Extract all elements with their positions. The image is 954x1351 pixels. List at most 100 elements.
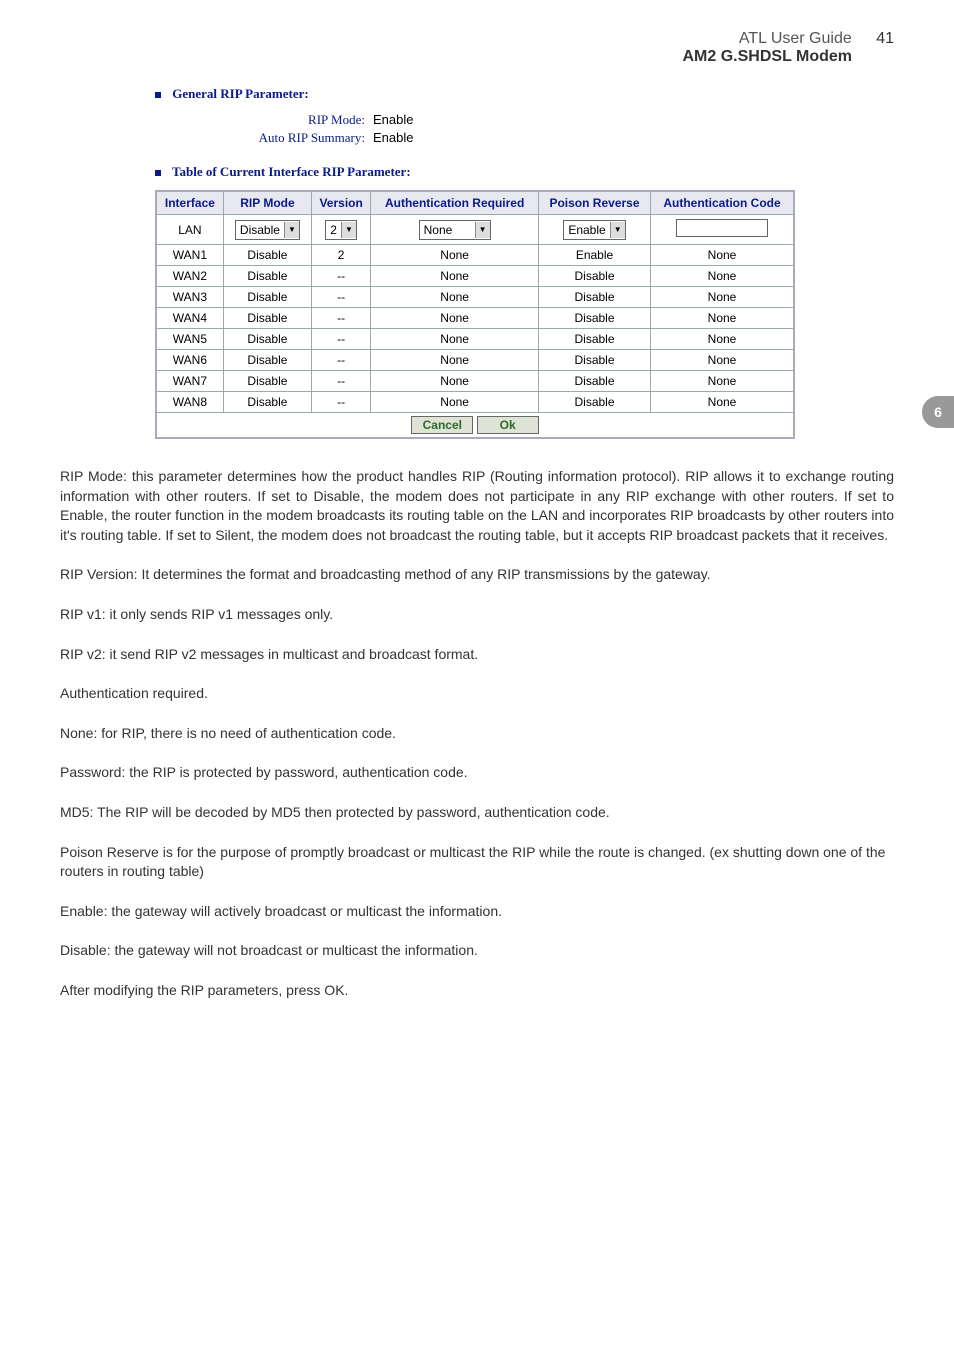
cell-auth_code: None	[651, 308, 795, 329]
auth-code-input[interactable]	[676, 219, 768, 237]
bullet-icon	[155, 170, 161, 176]
paragraph: RIP Mode: this parameter determines how …	[60, 467, 894, 545]
cell-interface: WAN7	[156, 371, 223, 392]
cell-version: --	[312, 329, 371, 350]
cell-auth_req: None	[371, 245, 539, 266]
chevron-down-icon: ▼	[341, 222, 356, 238]
bullet-icon	[155, 92, 161, 98]
th-interface: Interface	[156, 191, 223, 215]
table-row: WAN1Disable2NoneEnableNone	[156, 245, 794, 266]
cell-rip_mode: Disable	[223, 371, 311, 392]
paragraph: RIP v1: it only sends RIP v1 messages on…	[60, 605, 894, 625]
table-row: WAN3Disable--NoneDisableNone	[156, 287, 794, 308]
cell-auth_code: None	[651, 245, 795, 266]
paragraph: Enable: the gateway will actively broadc…	[60, 902, 894, 922]
th-version: Version	[312, 191, 371, 215]
paragraph: Disable: the gateway will not broadcast …	[60, 941, 894, 961]
cell-auth_code: None	[651, 266, 795, 287]
ok-button[interactable]: Ok	[477, 416, 539, 434]
cell-interface: WAN8	[156, 392, 223, 413]
auto-rip-summary-value: Enable	[373, 130, 413, 146]
cell-auth_code: None	[651, 350, 795, 371]
rip-mode-label: RIP Mode:	[155, 112, 373, 128]
cell-auth_req: None	[371, 266, 539, 287]
chevron-down-icon: ▼	[610, 222, 625, 238]
cell-version: 2	[312, 245, 371, 266]
cell-interface: WAN2	[156, 266, 223, 287]
section-title: General RIP Parameter:	[172, 86, 308, 101]
table-row: WAN7Disable--NoneDisableNone	[156, 371, 794, 392]
th-rip-mode: RIP Mode	[223, 191, 311, 215]
cell-interface: WAN5	[156, 329, 223, 350]
cell-poison: Disable	[539, 350, 651, 371]
cell-auth_req: None	[371, 308, 539, 329]
rip-mode-select[interactable]: Disable ▼	[235, 220, 300, 240]
body-text: RIP Mode: this parameter determines how …	[60, 467, 894, 1001]
th-poison: Poison Reverse	[539, 191, 651, 215]
cell-version: --	[312, 266, 371, 287]
table-row: WAN2Disable--NoneDisableNone	[156, 266, 794, 287]
cell-poison: Disable	[539, 287, 651, 308]
auth-req-select[interactable]: None ▼	[419, 220, 491, 240]
cell-version: --	[312, 350, 371, 371]
cell-rip_mode: Disable	[223, 329, 311, 350]
table-row: WAN4Disable--NoneDisableNone	[156, 308, 794, 329]
cell-version: --	[312, 371, 371, 392]
table-row: WAN8Disable--NoneDisableNone	[156, 392, 794, 413]
cancel-button[interactable]: Cancel	[411, 416, 473, 434]
th-auth-req: Authentication Required	[371, 191, 539, 215]
section-table-rip: Table of Current Interface RIP Parameter…	[155, 164, 795, 180]
page-number: 41	[876, 30, 894, 47]
version-select[interactable]: 2 ▼	[325, 220, 357, 240]
cell-auth_code: None	[651, 371, 795, 392]
chevron-down-icon: ▼	[475, 222, 490, 238]
cell-interface: LAN	[156, 215, 223, 245]
cell-interface: WAN6	[156, 350, 223, 371]
chapter-tab: 6	[922, 396, 954, 428]
cell-auth_req: None	[371, 287, 539, 308]
cell-rip_mode: Disable	[223, 245, 311, 266]
rip-table: Interface RIP Mode Version Authenticatio…	[155, 190, 795, 439]
cell-version: --	[312, 308, 371, 329]
table-row: WAN5Disable--NoneDisableNone	[156, 329, 794, 350]
guide-title: ATL User Guide	[739, 30, 852, 47]
section-general-rip: General RIP Parameter:	[155, 86, 795, 102]
cell-interface: WAN4	[156, 308, 223, 329]
cell-rip_mode: Disable	[223, 287, 311, 308]
cell-rip_mode: Disable	[223, 350, 311, 371]
cell-poison: Disable	[539, 266, 651, 287]
paragraph: None: for RIP, there is no need of authe…	[60, 724, 894, 744]
config-screenshot: General RIP Parameter: RIP Mode: Enable …	[155, 86, 795, 439]
section-title: Table of Current Interface RIP Parameter…	[172, 164, 411, 179]
cell-poison: Disable	[539, 392, 651, 413]
auto-rip-summary-label: Auto RIP Summary:	[155, 130, 373, 146]
paragraph: MD5: The RIP will be decoded by MD5 then…	[60, 803, 894, 823]
poison-select[interactable]: Enable ▼	[563, 220, 625, 240]
table-row: WAN6Disable--NoneDisableNone	[156, 350, 794, 371]
cell-version: --	[312, 287, 371, 308]
cell-poison: Disable	[539, 308, 651, 329]
paragraph: RIP v2: it send RIP v2 messages in multi…	[60, 645, 894, 665]
cell-rip_mode: Disable	[223, 308, 311, 329]
cell-rip_mode: Disable	[223, 266, 311, 287]
cell-auth_req: None	[371, 350, 539, 371]
paragraph: RIP Version: It determines the format an…	[60, 565, 894, 585]
paragraph: Password: the RIP is protected by passwo…	[60, 763, 894, 783]
product-title: AM2 G.SHDSL Modem	[60, 48, 852, 66]
cell-poison: Disable	[539, 371, 651, 392]
cell-interface: WAN3	[156, 287, 223, 308]
cell-rip_mode: Disable	[223, 392, 311, 413]
cell-auth_code: None	[651, 287, 795, 308]
cell-auth_req: None	[371, 329, 539, 350]
paragraph: After modifying the RIP parameters, pres…	[60, 981, 894, 1001]
paragraph: Authentication required.	[60, 684, 894, 704]
th-auth-code: Authentication Code	[651, 191, 795, 215]
table-input-row: LAN Disable ▼ 2 ▼	[156, 215, 794, 245]
cell-version: --	[312, 392, 371, 413]
cell-auth_code: None	[651, 329, 795, 350]
cell-poison: Enable	[539, 245, 651, 266]
cell-auth_req: None	[371, 371, 539, 392]
cell-auth_code: None	[651, 392, 795, 413]
cell-poison: Disable	[539, 329, 651, 350]
cell-interface: WAN1	[156, 245, 223, 266]
